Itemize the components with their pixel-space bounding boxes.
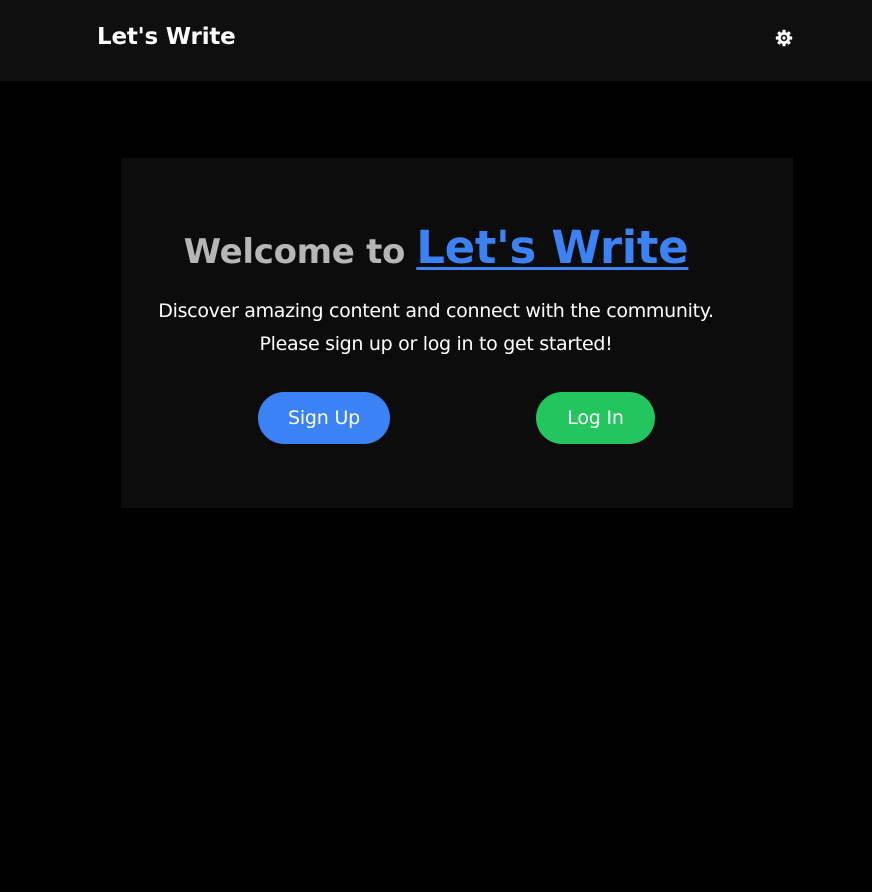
navbar: Let's Write — [0, 0, 872, 81]
gear-icon — [774, 28, 794, 48]
log-in-button[interactable]: Log In — [536, 392, 655, 444]
theme-toggle-button[interactable] — [774, 28, 794, 48]
sign-up-button[interactable]: Sign Up — [258, 392, 390, 444]
hero-title: Welcome to Let's Write — [0, 218, 872, 282]
tagline-line-2: Please sign up or log in to get started! — [259, 333, 613, 355]
brand-title-link[interactable]: Let's Write — [416, 221, 688, 274]
brand-logo-link[interactable]: Let's Write — [97, 22, 236, 52]
welcome-text: Welcome to — [183, 232, 406, 272]
tagline-line-1: Discover amazing content and connect wit… — [158, 300, 714, 322]
